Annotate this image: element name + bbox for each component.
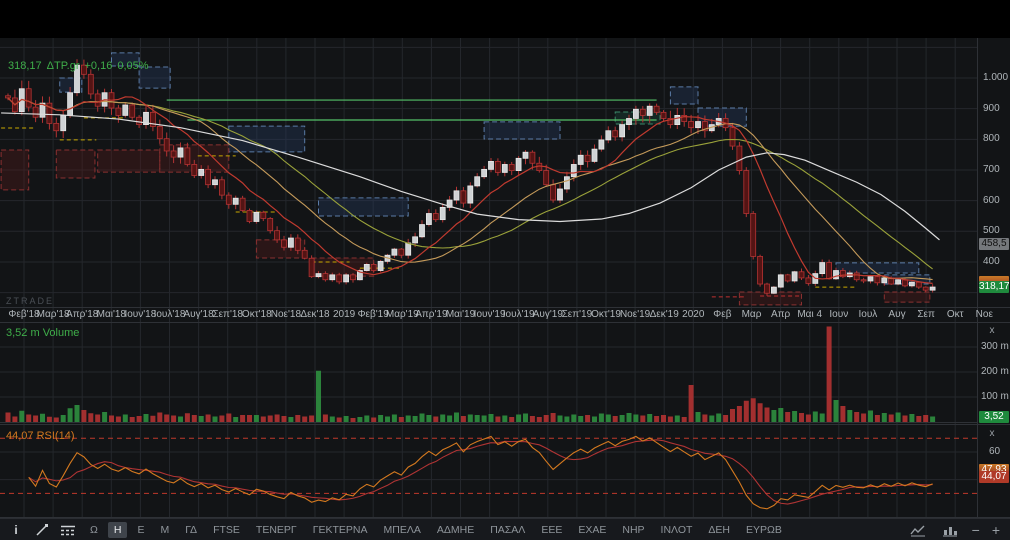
volume-value-badge: 3,52 m (979, 411, 1009, 423)
price-tick: 1.000 (983, 72, 1008, 83)
zoom-in-button[interactable]: + (992, 523, 1000, 537)
ticker-tab-ΠΑΣΑΛ[interactable]: ΠΑΣΑΛ (484, 522, 531, 538)
price-chart-canvas[interactable] (0, 0, 1010, 518)
ticker-tab-ΓΕΚΤΕΡΝΑ[interactable]: ΓΕΚΤΕΡΝΑ (307, 522, 374, 538)
volume-title: Volume (43, 327, 80, 339)
last-price-badge: 318,17 (979, 281, 1009, 293)
price-tick: 700 (983, 164, 1000, 175)
x-axis-label: Νοε'18 (271, 309, 301, 320)
ticker-tab-ΕΕΕ[interactable]: ΕΕΕ (535, 522, 568, 538)
ticker-tab-Ε[interactable]: Ε (131, 522, 150, 538)
x-axis-label: Ιουλ'18 (154, 309, 186, 320)
x-axis-label: Απρ'18 (66, 309, 98, 320)
draw-icon[interactable] (32, 522, 52, 538)
x-axis-label: Ιουν'18 (124, 309, 156, 320)
quote-legend: 318,17 ΔTP.gr +0,16 0,05% (8, 60, 154, 72)
ticker-tab-ΕΧΑΕ[interactable]: ΕΧΑΕ (572, 522, 612, 538)
volume-tick: 200 m (981, 366, 1009, 377)
ticker-tab-ΝΗΡ[interactable]: ΝΗΡ (616, 522, 650, 538)
x-axis-label: 2019 (333, 309, 355, 320)
x-axis-label: Μαρ'18 (37, 309, 70, 320)
x-axis-label: Νοε (976, 309, 993, 320)
volume-tick: 100 m (981, 391, 1009, 402)
x-axis-label: Σεπ (917, 309, 935, 320)
x-axis-label: Οκτ'19 (591, 309, 621, 320)
symbol-name: ΔTP.gr (47, 60, 80, 72)
price-tick: 800 (983, 133, 1000, 144)
price-tick: 600 (983, 195, 1000, 206)
x-axis-label: Οκτ (947, 309, 964, 320)
price-tick: 400 (983, 256, 1000, 267)
ticker-tab-Ω[interactable]: Ω (84, 522, 104, 538)
x-axis-label: Σεπ'18 (212, 309, 243, 320)
x-axis-label: Ιουν (829, 309, 848, 320)
info-icon[interactable]: i (6, 522, 26, 538)
volume-pane-label: 3,52 m Volume (6, 327, 79, 339)
x-axis-label: Νοε'19 (620, 309, 650, 320)
x-axis-label: Σεπ'19 (562, 309, 593, 320)
ticker-tab-ΜΠΕΛΑ[interactable]: ΜΠΕΛΑ (378, 522, 427, 538)
x-axis-label: Φεβ'19 (358, 309, 389, 320)
ztrade-watermark: ZTRADE (6, 296, 54, 306)
ticker-tab-ΙΝΛΟΤ[interactable]: ΙΝΛΟΤ (655, 522, 699, 538)
ticker-tab-ΑΔΜΗΕ[interactable]: ΑΔΜΗΕ (431, 522, 480, 538)
rsi-pane-label: 44,07 RSI(14) (6, 430, 75, 442)
toolbar-icon-group: i (0, 522, 84, 538)
rsi-pane-close-button[interactable]: x (985, 428, 999, 440)
x-axis-label: Ιουλ (858, 309, 877, 320)
ticker-tab-Μ[interactable]: Μ (154, 522, 175, 538)
trading-app: 318,17 ΔTP.gr +0,16 0,05% ZTRADE 3,52 m Vol… (0, 0, 1010, 540)
x-axis-label: 2020 (682, 309, 704, 320)
x-axis-label: Απρ (771, 309, 790, 320)
x-axis-label: Δεκ'19 (650, 309, 679, 320)
x-axis-label: Φεβ (713, 309, 731, 320)
x-axis-label: Αυγ'19 (533, 309, 563, 320)
x-axis-label: Δεκ'18 (300, 309, 329, 320)
price-change: +0,16 (84, 60, 112, 72)
ma-white-value-badge: 458,5 (979, 238, 1009, 250)
x-axis-label: Οκτ'18 (242, 309, 272, 320)
x-axis-label: Φεβ'18 (8, 309, 39, 320)
rsi-title: RSI(14) (37, 430, 75, 442)
ticker-tab-FTSE[interactable]: FTSE (207, 522, 246, 538)
ticker-tab-ΓΔ[interactable]: ΓΔ (179, 522, 203, 538)
x-axis-label: Μαι 4 (797, 309, 822, 320)
bottom-toolbar: i ΩΗΕΜΓΔFTSEΤΕΝΕΡΓΓΕΚΤΕΡΝΑΜΠΕΛΑΑΔΜΗΕΠΑΣΑ… (0, 518, 1010, 540)
rsi-tick: 60 (989, 446, 1000, 457)
ticker-tab-ΔΕΗ[interactable]: ΔΕΗ (702, 522, 736, 538)
ticker-tabs: ΩΗΕΜΓΔFTSEΤΕΝΕΡΓΓΕΚΤΕΡΝΑΜΠΕΛΑΑΔΜΗΕΠΑΣΑΛΕ… (84, 522, 788, 538)
volume-value: 3,52 m (6, 327, 40, 339)
ticker-tab-Η[interactable]: Η (108, 522, 128, 538)
zoom-out-button[interactable]: − (972, 523, 980, 537)
x-axis-label: Μαι'19 (446, 309, 475, 320)
last-price: 318,17 (8, 60, 42, 72)
ticker-tab-ΤΕΝΕΡΓ[interactable]: ΤΕΝΕΡΓ (250, 522, 303, 538)
x-axis-label: Αυγ'18 (184, 309, 214, 320)
x-axis-label: Μαι'18 (97, 309, 126, 320)
volume-tick: 300 m (981, 341, 1009, 352)
toolbar-right-group: − + (908, 522, 1010, 538)
line-chart-icon[interactable] (908, 522, 928, 538)
indicators-icon[interactable] (58, 522, 78, 538)
rsi-value: 44,07 (6, 430, 34, 442)
price-tick: 900 (983, 103, 1000, 114)
x-axis-label: Αυγ (888, 309, 905, 320)
x-axis-label: Απρ'19 (415, 309, 447, 320)
x-axis-label: Μαρ'19 (386, 309, 419, 320)
bar-chart-icon[interactable] (940, 522, 960, 538)
x-axis-label: Ιουλ'19 (503, 309, 535, 320)
x-axis-label: Μαρ (742, 309, 762, 320)
rsi-value-badge: 44,07 (979, 471, 1009, 483)
volume-pane-close-button[interactable]: x (985, 325, 999, 337)
price-change-pct: 0,05% (117, 60, 148, 72)
price-tick: 500 (983, 225, 1000, 236)
ticker-tab-ΕΥΡΩΒ[interactable]: ΕΥΡΩΒ (740, 522, 788, 538)
x-axis-label: Ιουν'19 (474, 309, 506, 320)
